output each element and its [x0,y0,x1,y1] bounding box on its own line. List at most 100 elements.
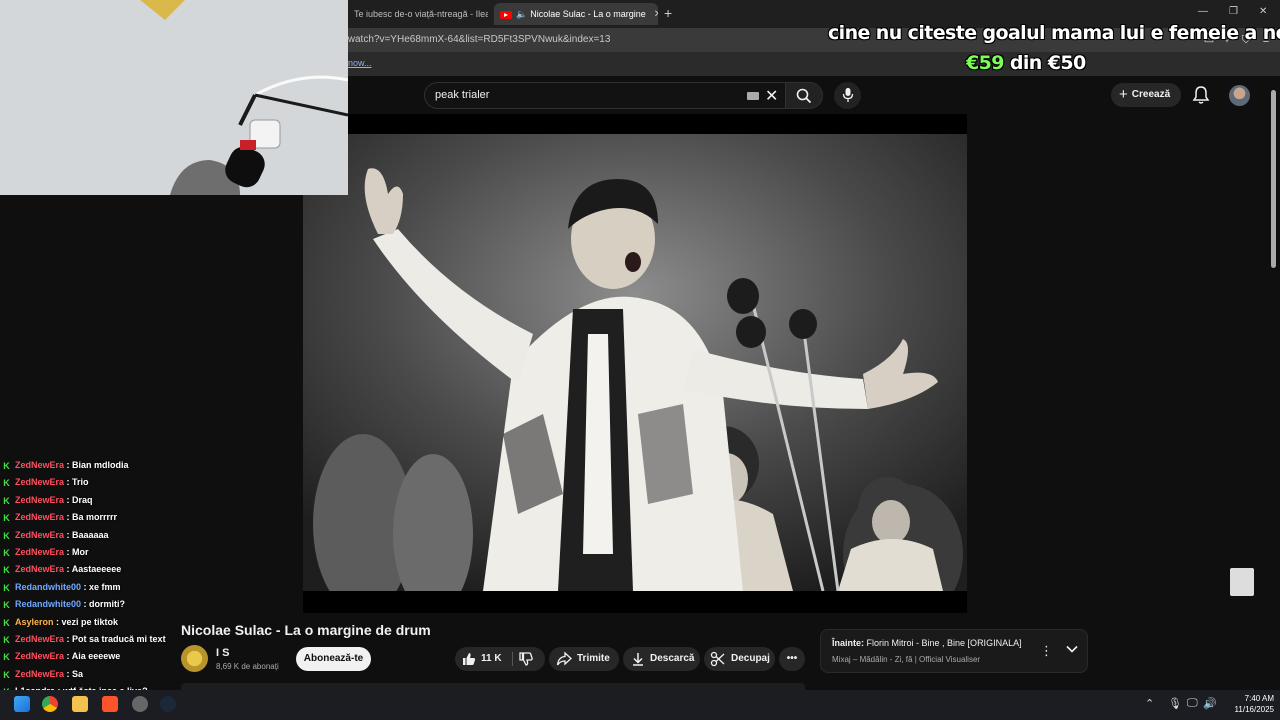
channel-name[interactable]: I S [216,647,229,659]
tray-chevron-icon[interactable]: ⌃ [1145,697,1154,710]
kick-badge-icon: K [3,478,10,489]
subscribe-button[interactable]: Abonează-te [296,647,371,671]
tab-label: Nicolae Sulac - La o margine [530,9,646,19]
kick-badge-icon: K [3,461,10,471]
clip-button[interactable]: Decupaj [704,647,775,671]
tab-te-iubesc[interactable]: Te iubesc de-o viață-ntreagă - Ileana [348,3,488,25]
kick-badge-icon: K [3,600,10,611]
share-button[interactable]: Trimite [549,647,619,671]
up-next-video: Florin Mitroi - Bine , Bine [ORIGINALA] [866,638,1022,648]
close-tab-icon[interactable]: ✕ [654,4,658,25]
chat-username[interactable]: ZedNewEra [15,495,64,505]
chat-text: Sa [72,668,84,679]
windows-start-icon[interactable] [14,696,30,712]
chevron-down-icon[interactable] [1065,642,1079,656]
stream-goal-progress: €59 din €50 [966,52,1086,74]
up-next-card[interactable]: Înainte: Florin Mitroi - Bine , Bine [OR… [820,629,1088,673]
maximize-icon[interactable]: ❐ [1229,6,1238,17]
chat-text: Ba morrrrr [72,512,118,523]
like-divider [512,652,513,666]
chat-username[interactable]: ZedNewEra [15,460,64,470]
chat-separator: : [64,651,72,662]
minimize-icon[interactable]: — [1198,6,1208,17]
thumbs-down-icon[interactable] [518,651,534,667]
kebab-menu-icon[interactable]: ⋮ [1040,643,1053,659]
webcam-overlay [0,0,348,195]
chat-message: K ZedNewEra : Sa [2,666,83,683]
channel-avatar[interactable] [181,645,208,672]
voice-search-button[interactable] [834,82,861,109]
video-title: Nicolae Sulac - La o margine de drum [181,622,431,638]
bell-icon[interactable] [1192,85,1210,105]
page-scrollbar[interactable] [1271,90,1276,268]
search-input[interactable]: peak trialer ✕ [424,82,786,109]
chat-message: K ZedNewEra : Ba morrrrr [2,509,117,526]
volume-icon[interactable]: 🔊 [1203,697,1217,710]
chat-username[interactable]: ZedNewEra [15,530,64,540]
chat-username[interactable]: ZedNewEra [15,547,64,557]
new-tab-button[interactable]: + [664,5,672,21]
thumbs-up-icon[interactable] [461,651,477,667]
chat-separator: : [81,599,90,610]
up-next-title: Înainte: Florin Mitroi - Bine , Bine [OR… [832,638,1022,648]
chrome-icon[interactable] [42,696,58,712]
speaker-icon: 🔈 [516,9,528,19]
chat-message: K ZedNewEra : Pot sa traducă mi text [2,631,165,648]
kick-badge-icon: K [3,582,10,593]
tab-nicolae-sulac[interactable]: 🔈 Nicolae Sulac - La o margine ✕ [494,3,658,25]
stream-goal-title: cine nu citeste goalul mama lui e femeie… [828,22,1280,44]
chat-text: Trio [72,477,89,488]
folder-icon[interactable] [72,696,88,712]
chat-separator: : [64,634,73,644]
chat-text: dormiti? [89,599,126,610]
kick-badge-icon: K [3,669,10,680]
chat-username[interactable]: ZedNewEra [15,512,64,522]
chat-username[interactable]: ZedNewEra [15,669,64,679]
kick-badge-icon: K [3,530,10,541]
keyboard-icon[interactable] [747,92,759,100]
chat-text: Aastaeeeee [71,564,122,575]
tab-label: Te iubesc de-o viață-ntreagă - Ileana [354,9,488,19]
clear-search-icon[interactable]: ✕ [765,86,778,106]
chat-username[interactable]: ZedNewEra [15,477,64,487]
share-label: Trimite [577,653,610,664]
close-window-icon[interactable]: ✕ [1259,6,1267,17]
network-icon[interactable]: 🖵 [1187,697,1198,710]
download-button[interactable]: Descarcă [623,647,700,671]
create-button[interactable]: + Creează [1111,83,1181,107]
chat-text: Mor [72,547,89,557]
tray-mic-icon[interactable]: 🎙 [1168,697,1182,710]
app-icon[interactable] [132,696,148,712]
chat-separator: : [64,494,73,505]
like-count[interactable]: 11 K [481,647,502,671]
chat-message: K ZedNewEra : Trio [2,474,89,491]
clock-time: 7:40 AM [1244,694,1274,703]
more-actions-button[interactable]: ••• [779,647,805,671]
video-content-illustration [303,134,967,591]
chat-username[interactable]: ZedNewEra [15,634,64,644]
avatar[interactable] [1229,85,1250,106]
subscriber-count: 8,69 K de abonați [216,662,279,671]
chat-username[interactable]: ZedNewEra [15,651,64,661]
chat-text: Aia eeeewe [71,651,121,662]
chat-username[interactable]: Asyleron [15,617,54,627]
up-next-prefix: Înainte: [832,638,865,648]
chat-username[interactable]: ZedNewEra [15,564,64,574]
chat-username[interactable]: Redandwhite00 [15,582,81,592]
taskbar-clock[interactable]: 7:40 AM 11/16/2025 [1222,693,1274,715]
kick-badge-icon: K [3,617,10,628]
download-label: Descarcă [650,653,695,664]
chat-message: K Asyleron : vezi pe tiktok [2,614,118,631]
chat-username[interactable]: Redandwhite00 [15,599,81,609]
brave-icon[interactable] [102,696,118,712]
chat-separator: : [64,477,73,488]
chat-separator: : [64,547,73,557]
video-frame[interactable] [303,134,967,591]
bookmark-link[interactable]: now... [348,58,372,68]
search-button[interactable] [785,82,823,109]
chat-text: Baaaaaa [72,529,109,540]
steam-icon[interactable] [160,696,176,712]
url-field[interactable]: /watch?v=YHe68mmX-64&list=RD5Ft3SPVNwuk&… [345,34,610,45]
up-next-subtitle: Mixaj – Mădălin - Zi, fă | Official Visu… [832,655,981,664]
chat-text: Draq [72,494,93,505]
